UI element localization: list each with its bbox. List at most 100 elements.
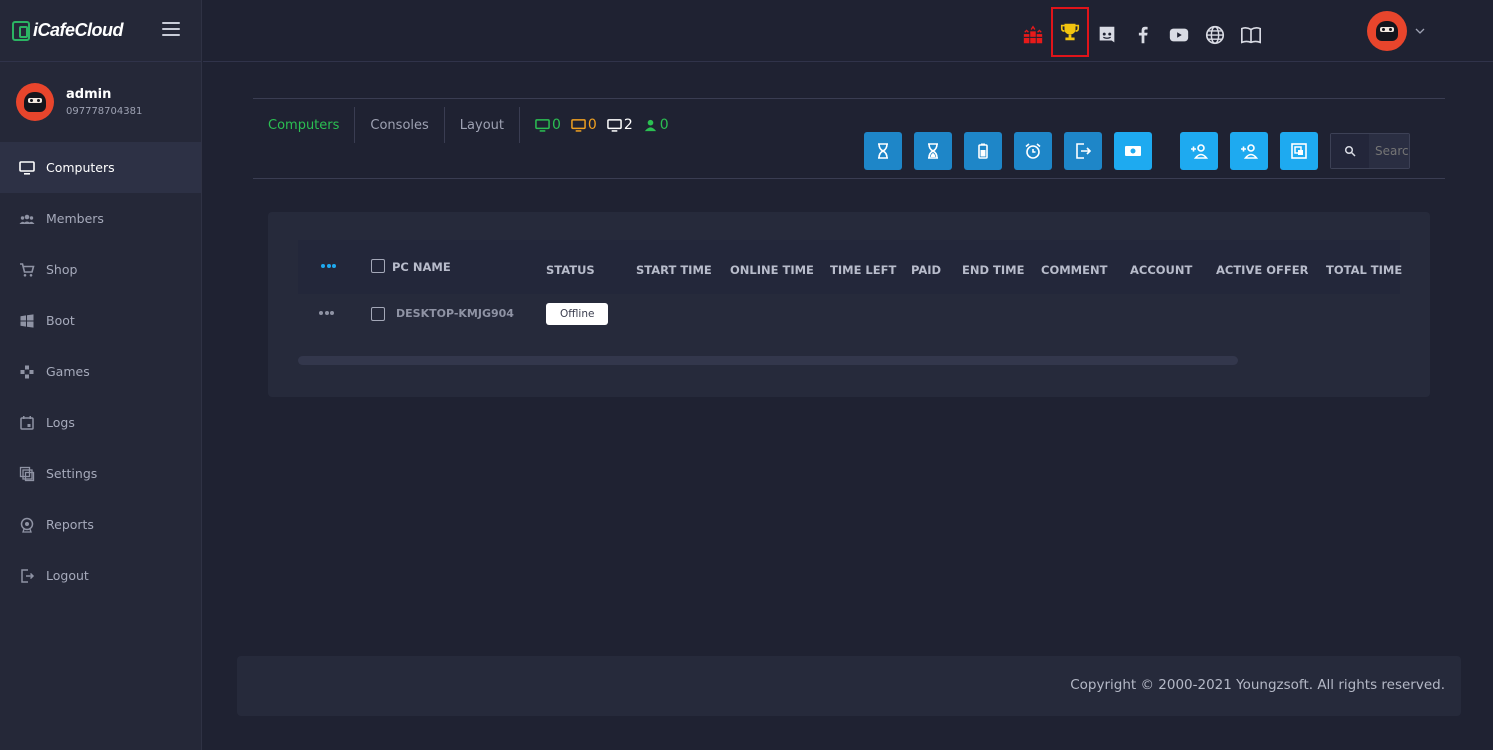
action-toolbar (864, 132, 1410, 170)
youtube-icon[interactable] (1161, 17, 1197, 53)
col-active-offer[interactable]: ACTIVE OFFER (1216, 263, 1308, 277)
hourglass-button[interactable] (864, 132, 902, 170)
members-count: 0 (643, 117, 669, 133)
tab-computers[interactable]: Computers (253, 107, 356, 143)
exit-icon (1076, 143, 1092, 159)
monitor-icon (607, 118, 622, 132)
col-pc-name[interactable]: PC NAME (392, 260, 451, 274)
battery-icon (978, 143, 988, 159)
exit-button[interactable] (1064, 132, 1102, 170)
chevron-down-icon (1415, 28, 1425, 34)
money-icon (1125, 146, 1141, 156)
col-paid[interactable]: PAID (911, 263, 941, 277)
discord-icon[interactable] (1089, 17, 1125, 53)
col-comment[interactable]: COMMENT (1041, 263, 1107, 277)
add-member-icon (1191, 144, 1208, 159)
sidebar-item-label: Games (46, 364, 90, 379)
hourglass-half-button[interactable] (914, 132, 952, 170)
screenshot-button[interactable] (1280, 132, 1318, 170)
add-member-button[interactable] (1180, 132, 1218, 170)
book-icon[interactable] (1233, 17, 1269, 53)
avatar (16, 83, 54, 121)
divider (253, 178, 1445, 179)
alarm-icon (1025, 143, 1041, 159)
sidebar-item-label: Logout (46, 568, 89, 583)
sidebar-item-label: Logs (46, 415, 75, 430)
search-input[interactable] (1369, 134, 1409, 168)
trophy-icon[interactable] (1051, 7, 1089, 57)
gamepad-icon (18, 363, 36, 381)
tab-bar: Computers Consoles Layout 0 0 2 0 (253, 107, 679, 143)
logout-icon (18, 567, 36, 585)
add-member-2-icon (1241, 144, 1258, 159)
profile-name: admin (66, 87, 112, 102)
available-count: 0 (535, 117, 561, 133)
globe-icon[interactable] (1197, 17, 1233, 53)
brand: iCafeCloud (0, 0, 201, 62)
monitor-icon (535, 118, 550, 132)
col-end-time[interactable]: END TIME (962, 263, 1024, 277)
col-start-time[interactable]: START TIME (636, 263, 712, 277)
col-total-time[interactable]: TOTAL TIME (1326, 263, 1402, 277)
status-badge: Offline (546, 303, 609, 325)
monitor-icon (18, 159, 36, 177)
brand-name: iCafeCloud (33, 20, 124, 40)
top-icon-group (1015, 7, 1269, 57)
settings-icon (18, 465, 36, 483)
logo-icon (12, 20, 30, 41)
footer: Copyright © 2000-2021 Youngzsoft. All ri… (237, 656, 1461, 716)
row-menu-icon[interactable] (319, 311, 336, 315)
col-status[interactable]: STATUS (546, 263, 595, 277)
sidebar-item-boot[interactable]: Boot (0, 295, 201, 346)
total-count-value: 2 (623, 117, 633, 133)
sidebar-item-reports[interactable]: Reports (0, 499, 201, 550)
windows-icon (18, 312, 36, 330)
sidebar-item-label: Members (46, 211, 104, 226)
sidebar-item-logs[interactable]: Logs (0, 397, 201, 448)
sidebar-item-games[interactable]: Games (0, 346, 201, 397)
tab-layout[interactable]: Layout (445, 107, 520, 143)
sidebar-item-label: Boot (46, 313, 75, 328)
sidebar-item-shop[interactable]: Shop (0, 244, 201, 295)
search-icon[interactable] (1331, 134, 1369, 168)
members-count-value: 0 (659, 117, 669, 133)
user-icon (644, 119, 656, 131)
sidebar: iCafeCloud admin 097778704381 Computers … (0, 0, 202, 750)
reports-icon (18, 516, 36, 534)
horizontal-scrollbar[interactable] (298, 356, 1238, 365)
col-time-left[interactable]: TIME LEFT (830, 263, 896, 277)
sidebar-item-label: Computers (46, 160, 115, 175)
add-member-2-button[interactable] (1230, 132, 1268, 170)
top-bar (203, 0, 1493, 62)
computers-panel: PC NAME STATUS START TIME ONLINE TIME TI… (268, 212, 1430, 397)
hourglass-half-icon (928, 143, 938, 159)
header-menu-icon[interactable] (321, 264, 338, 268)
gifts-icon[interactable] (1015, 17, 1051, 53)
screenshot-icon (1291, 143, 1307, 159)
tab-consoles[interactable]: Consoles (355, 107, 445, 143)
sidebar-item-computers[interactable]: Computers (0, 142, 201, 193)
row-checkbox[interactable] (371, 307, 385, 321)
user-profile: admin 097778704381 (0, 62, 201, 142)
facebook-icon[interactable] (1125, 17, 1161, 53)
col-online-time[interactable]: ONLINE TIME (730, 263, 814, 277)
user-menu[interactable] (1367, 11, 1425, 51)
cart-icon (18, 261, 36, 279)
sidebar-item-members[interactable]: Members (0, 193, 201, 244)
select-all-checkbox[interactable] (371, 259, 385, 273)
alarm-button[interactable] (1014, 132, 1052, 170)
menu-toggle-icon[interactable] (162, 22, 180, 36)
col-account[interactable]: ACCOUNT (1130, 263, 1192, 277)
sidebar-item-logout[interactable]: Logout (0, 550, 201, 601)
status-counts: 0 0 2 0 (535, 117, 679, 133)
battery-button[interactable] (964, 132, 1002, 170)
calendar-icon (18, 414, 36, 432)
monitor-icon (571, 118, 586, 132)
money-button[interactable] (1114, 132, 1152, 170)
sidebar-item-label: Reports (46, 517, 94, 532)
sidebar-nav: Computers Members Shop Boot Games Logs S… (0, 142, 201, 601)
sidebar-item-settings[interactable]: Settings (0, 448, 201, 499)
in-use-count: 0 (571, 117, 597, 133)
pc-name-cell: DESKTOP-KMJG904 (396, 307, 514, 320)
profile-phone: 097778704381 (66, 106, 143, 117)
